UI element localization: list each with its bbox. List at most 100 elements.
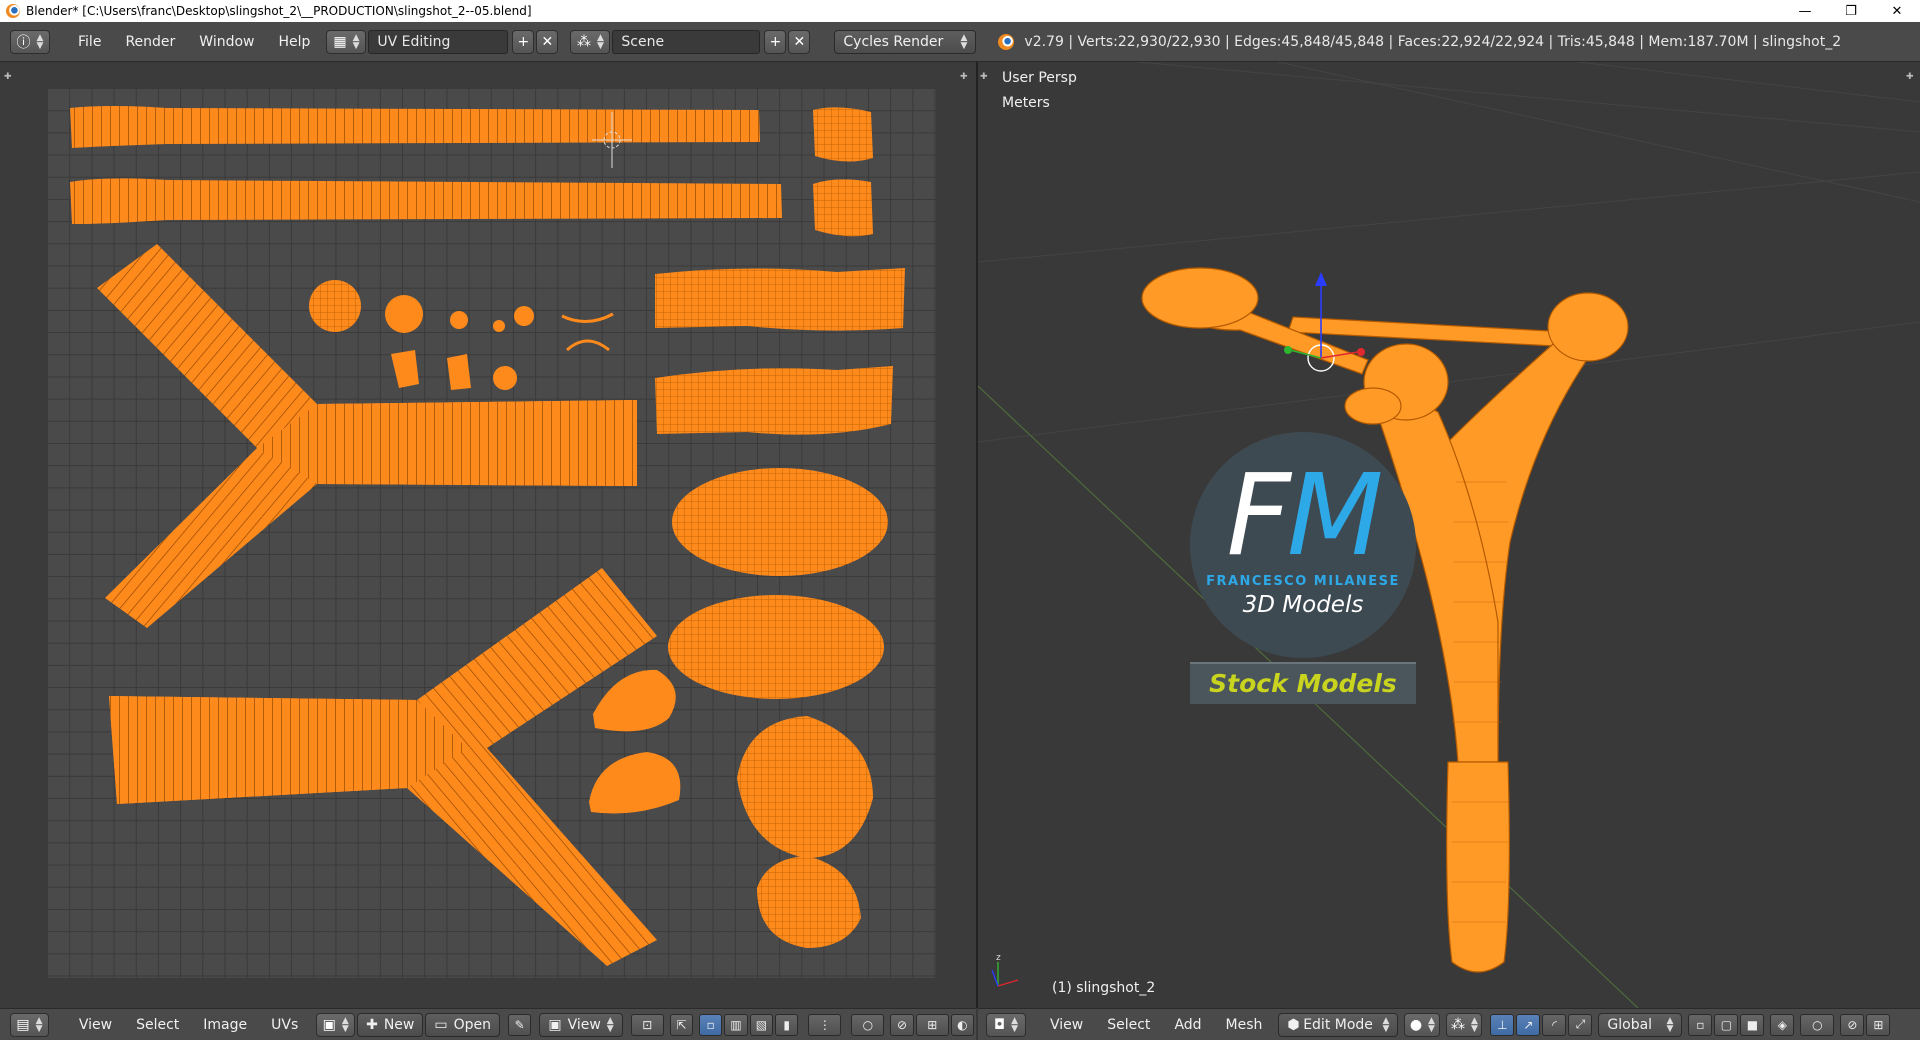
window-title: Blender* [C:\Users\franc\Desktop\slingsh…	[26, 4, 532, 18]
mode-dropdown[interactable]: ⬢ Edit Mode ▲ ▼	[1278, 1012, 1399, 1037]
chevron-updown-icon: ▲ ▼	[960, 32, 968, 51]
close-icon[interactable]: ✕	[1874, 0, 1920, 22]
editor-type-info-button[interactable]: ⓘ ▲ ▼	[10, 29, 50, 54]
snap-icon[interactable]: ⊘	[890, 1013, 914, 1036]
proportional-editing-icon[interactable]: ○	[1800, 1013, 1835, 1036]
pin-icon[interactable]: ✎	[508, 1013, 532, 1036]
blender-logo-icon	[998, 33, 1015, 50]
3d-viewport[interactable]: z User Persp Meters (1) slingshot_2 ✚ ✚	[978, 62, 1920, 1008]
axis-orientation-icon: z	[991, 953, 1019, 987]
screen-layout-button[interactable]: ▦ ▲ ▼	[326, 29, 367, 54]
limit-selection-icon[interactable]: ◈	[1770, 1013, 1795, 1036]
uv-island-strip-1[interactable]	[70, 106, 760, 148]
face-select-icon[interactable]: ▧	[749, 1013, 774, 1036]
uv-island-blob-1[interactable]	[655, 268, 905, 331]
uv-island-small-2[interactable]	[813, 179, 873, 237]
uv-image-editor[interactable]: ✚ ✚	[0, 62, 976, 1008]
vp-menu-select[interactable]: Select	[1095, 1017, 1162, 1033]
region-toggle-icon-right[interactable]: ✚	[1906, 72, 1914, 82]
uv-island-round-1[interactable]	[737, 716, 873, 858]
info-icon: ⓘ	[16, 34, 31, 51]
restore-icon[interactable]: ❐	[1828, 0, 1874, 22]
menu-help[interactable]: Help	[266, 34, 322, 50]
delete-scene-icon[interactable]: ✕	[788, 29, 811, 54]
edge-select-mode-icon[interactable]: ▢	[1714, 1013, 1739, 1036]
edge-select-icon[interactable]: ▥	[724, 1013, 748, 1036]
uv-canvas[interactable]	[47, 88, 936, 978]
rotate-manipulator-icon[interactable]: ◜	[1542, 1013, 1567, 1036]
vertex-select-icon[interactable]: ▫	[699, 1013, 723, 1036]
uv-island-ellipse-2[interactable]	[668, 595, 884, 699]
uv-island-blob-2[interactable]	[655, 366, 893, 435]
vp-menu-mesh[interactable]: Mesh	[1214, 1017, 1275, 1033]
add-scene-icon[interactable]: +	[764, 29, 787, 54]
render-engine-dropdown[interactable]: Cycles Render ▲ ▼	[834, 29, 977, 54]
active-object-label: (1) slingshot_2	[1052, 980, 1156, 996]
delete-layout-icon[interactable]: ✕	[536, 29, 559, 54]
uv-menu-image[interactable]: Image	[191, 1017, 259, 1033]
logo-name: FRANCESCO MILANESE	[1206, 574, 1400, 589]
uv-menu-view[interactable]: View	[67, 1017, 124, 1033]
image-browse-icon: ▣	[322, 1016, 336, 1033]
vertex-select-mode-icon[interactable]: ▫	[1688, 1013, 1713, 1036]
uv-islands	[70, 106, 905, 966]
shading-sphere-icon: ●	[1409, 1016, 1423, 1033]
plus-icon: ✚	[366, 1016, 378, 1033]
uv-island-circle-2[interactable]	[385, 295, 423, 333]
minimize-icon[interactable]: —	[1782, 0, 1828, 22]
window-titlebar: Blender* [C:\Users\franc\Desktop\slingsh…	[0, 0, 1920, 22]
region-toggle-icon-right[interactable]: ✚	[960, 72, 968, 82]
sticky-select-icon[interactable]: ⋮	[808, 1013, 842, 1036]
menu-window[interactable]: Window	[187, 34, 266, 50]
island-select-icon[interactable]: ▮	[775, 1013, 799, 1036]
region-toggle-icon-left[interactable]: ✚	[980, 72, 988, 82]
region-toggle-icon[interactable]: ✚	[4, 72, 12, 82]
view-name-label: User Persp	[1002, 70, 1077, 86]
uv-island-small-1[interactable]	[813, 107, 873, 162]
uv-menu-uvs[interactable]: UVs	[259, 1017, 310, 1033]
view-mode-dropdown[interactable]: ▣ View ▲ ▼	[539, 1012, 623, 1037]
scale-manipulator-icon[interactable]: ⤢	[1568, 1013, 1593, 1036]
units-label: Meters	[1002, 95, 1050, 111]
vp-menu-add[interactable]: Add	[1162, 1017, 1213, 1033]
editor-type-button[interactable]: ▤ ▲ ▼	[10, 1012, 49, 1037]
face-select-mode-icon[interactable]: ■	[1740, 1013, 1765, 1036]
scene-selector-button[interactable]: ⁂ ▲ ▼	[570, 29, 611, 54]
viewport-editor-type-button[interactable]: ◘ ▲ ▼	[986, 1012, 1026, 1037]
vp-menu-view[interactable]: View	[1038, 1017, 1095, 1033]
menu-file[interactable]: File	[66, 34, 113, 50]
new-image-button[interactable]: ✚ New	[357, 1012, 424, 1037]
uv-island-circle-1[interactable]	[309, 280, 361, 332]
snap-element-icon[interactable]: ⊞	[915, 1013, 949, 1036]
pivot-point-button[interactable]: ⁂ ▲ ▼	[1446, 1012, 1483, 1037]
transform-orientation-dropdown[interactable]: Global ▲ ▼	[1598, 1012, 1683, 1037]
pivot-icon[interactable]: ⊡	[630, 1013, 664, 1036]
screen-layout-field[interactable]: UV Editing	[368, 29, 509, 54]
blender-icon	[6, 4, 20, 18]
translate-manipulator-icon[interactable]: ↗	[1516, 1013, 1541, 1036]
scene-field[interactable]: Scene	[612, 29, 761, 54]
uv-island-ellipse-1[interactable]	[672, 468, 888, 576]
folder-icon: ▭	[434, 1016, 448, 1033]
proportional-edit-icon[interactable]: ○	[851, 1013, 885, 1036]
uv-island-strip-2[interactable]	[70, 178, 782, 224]
svg-text:z: z	[996, 953, 1001, 963]
uv-island-round-2[interactable]	[757, 856, 861, 948]
layout-grid-icon: ▦	[333, 33, 347, 50]
sync-selection-icon[interactable]: ⇱	[669, 1013, 694, 1036]
image-browse-button[interactable]: ▣ ▲ ▼	[316, 1012, 356, 1037]
viewport-scene: z	[978, 62, 1920, 1008]
logo-subtitle: 3D Models	[1242, 592, 1364, 618]
snap-target-icon[interactable]: ⊞	[1866, 1013, 1891, 1036]
manipulator-toggle-icon[interactable]: ⊥	[1490, 1013, 1515, 1036]
uv-menu-select[interactable]: Select	[124, 1017, 191, 1033]
open-image-button[interactable]: ▭ Open	[425, 1012, 500, 1037]
image-channels-icon[interactable]: ◐	[950, 1013, 975, 1036]
stock-models-banner: Stock Models	[1190, 662, 1416, 704]
viewport-shading-button[interactable]: ● ▲ ▼	[1404, 1012, 1441, 1037]
info-header: ⓘ ▲ ▼ File Render Window Help ▦ ▲ ▼ UV Editi…	[0, 22, 1920, 62]
snap-toggle-icon[interactable]: ⊘	[1840, 1013, 1865, 1036]
menu-render[interactable]: Render	[113, 34, 187, 50]
main-menu: File Render Window Help	[66, 34, 322, 50]
add-layout-icon[interactable]: +	[512, 29, 535, 54]
